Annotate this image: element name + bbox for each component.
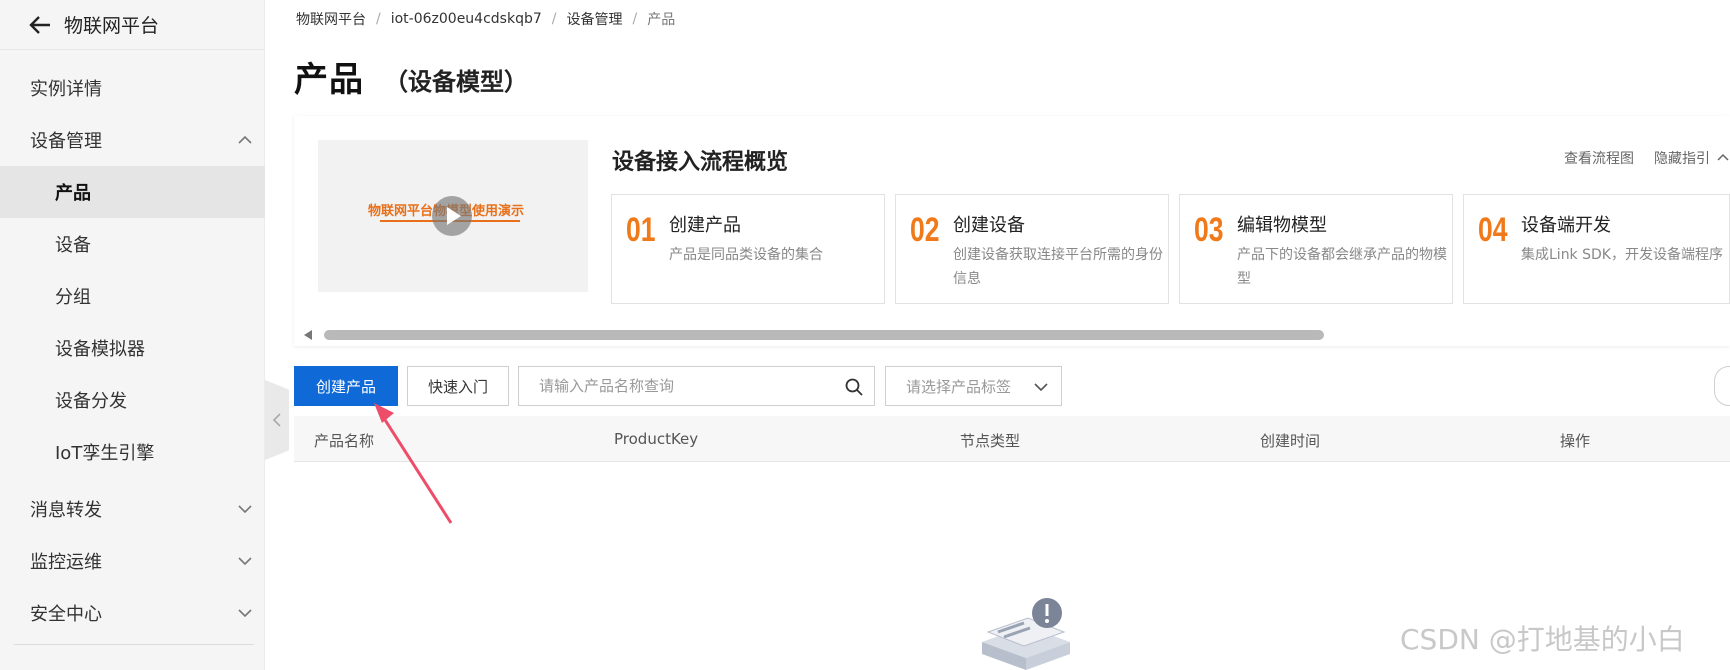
step-title: 编辑物模型 xyxy=(1237,215,1327,236)
chevron-up-icon xyxy=(238,135,252,144)
page-title: 产品 xyxy=(294,60,364,100)
sidebar-collapse-handle[interactable] xyxy=(265,380,289,460)
annotation-arrow-icon xyxy=(374,403,453,524)
search-icon[interactable] xyxy=(844,377,864,397)
step-number: 03 xyxy=(1194,211,1224,249)
sidebar-item-label: 设备模拟器 xyxy=(55,339,145,360)
step-description: 集成Link SDK，开发设备端程序 xyxy=(1521,247,1723,263)
column-header-actions: 操作 xyxy=(1560,432,1591,450)
product-tag-placeholder: 请选择产品标签 xyxy=(906,377,1012,396)
view-flowchart-link[interactable]: 查看流程图 xyxy=(1564,148,1634,168)
access-guide-panel: 物联网平台物模型使用演示 设备接入流程概览 查看流程图 隐藏指引 01 创建产品… xyxy=(294,116,1730,346)
step-title: 设备端开发 xyxy=(1521,215,1611,236)
chevron-up-icon[interactable] xyxy=(1716,151,1730,165)
hide-guide-link[interactable]: 隐藏指引 xyxy=(1654,148,1710,168)
breadcrumb-item-current: 产品 xyxy=(647,12,676,28)
chevron-down-icon xyxy=(1034,383,1048,392)
sidebar-item-label: 设备管理 xyxy=(30,131,102,152)
guide-title: 设备接入流程概览 xyxy=(612,150,789,175)
sidebar-item-products[interactable]: 产品 xyxy=(0,166,265,218)
sidebar-item-monitoring-ops[interactable]: 监控运维 xyxy=(0,535,265,587)
empty-data-icon xyxy=(982,598,1070,670)
breadcrumb-separator: / xyxy=(632,11,638,27)
scroll-left-icon[interactable] xyxy=(304,330,312,340)
product-tag-select[interactable]: 请选择产品标签 xyxy=(885,366,1062,406)
product-table-header: 产品名称 ProductKey 节点类型 创建时间 操作 xyxy=(294,416,1730,462)
column-header-product-key: ProductKey xyxy=(614,430,699,448)
sidebar-item-label: 产品 xyxy=(55,183,91,204)
breadcrumb-item-platform[interactable]: 物联网平台 xyxy=(296,9,366,29)
breadcrumb-separator: / xyxy=(551,11,557,27)
sidebar-item-label: 安全中心 xyxy=(30,604,102,625)
sidebar-item-device-simulator[interactable]: 设备模拟器 xyxy=(0,322,265,374)
product-search-box xyxy=(518,366,875,406)
play-icon[interactable] xyxy=(432,196,472,236)
sidebar: 物联网平台 实例详情 设备管理 产品 设备 分组 设备模拟器 设备分发 IoT孪… xyxy=(0,0,265,670)
sidebar-item-label: 设备分发 xyxy=(55,391,127,412)
step-description: 产品是同品类设备的集合 xyxy=(669,247,823,263)
sidebar-header[interactable]: 物联网平台 xyxy=(0,0,265,50)
sidebar-item-device-distribution[interactable]: 设备分发 xyxy=(0,374,265,426)
sidebar-item-instance-details[interactable]: 实例详情 xyxy=(0,62,265,114)
sidebar-item-groups[interactable]: 分组 xyxy=(0,270,265,322)
step-title: 创建产品 xyxy=(669,215,741,236)
step-number: 01 xyxy=(626,211,656,249)
refresh-button[interactable] xyxy=(1714,366,1730,406)
demo-video[interactable]: 物联网平台物模型使用演示 xyxy=(318,140,588,292)
step-description: 产品下的设备都会继承产品的物模型 xyxy=(1237,247,1447,287)
sidebar-divider xyxy=(14,644,254,645)
step-card-create-device[interactable]: 02 创建设备 创建设备获取连接平台所需的身份信息 xyxy=(895,194,1169,304)
step-card-edit-thing-model[interactable]: 03 编辑物模型 产品下的设备都会继承产品的物模型 xyxy=(1179,194,1453,304)
back-arrow-icon[interactable] xyxy=(28,15,52,35)
column-header-product-name: 产品名称 xyxy=(314,432,375,450)
column-header-node-type: 节点类型 xyxy=(960,432,1021,450)
sidebar-item-security-center[interactable]: 安全中心 xyxy=(0,587,265,639)
sidebar-item-label: 消息转发 xyxy=(30,500,102,521)
step-card-device-development[interactable]: 04 设备端开发 集成Link SDK，开发设备端程序 xyxy=(1463,194,1730,304)
scrollbar-thumb[interactable] xyxy=(324,330,1324,340)
sidebar-item-message-forwarding[interactable]: 消息转发 xyxy=(0,483,265,535)
sidebar-item-label: 监控运维 xyxy=(30,552,102,573)
sidebar-item-devices[interactable]: 设备 xyxy=(0,218,265,270)
breadcrumb-separator: / xyxy=(376,11,381,27)
step-card-create-product[interactable]: 01 创建产品 产品是同品类设备的集合 xyxy=(611,194,885,304)
breadcrumb-item-instance[interactable]: iot-06z00eu4cdskqb7 xyxy=(391,11,542,27)
page-subtitle: （设备模型） xyxy=(384,68,528,96)
step-description: 创建设备获取连接平台所需的身份信息 xyxy=(953,247,1163,287)
product-search-input[interactable] xyxy=(519,367,819,405)
sidebar-item-label: 分组 xyxy=(55,287,91,308)
chevron-down-icon xyxy=(238,557,252,566)
watermark: CSDN @打地基的小白 xyxy=(1400,623,1685,656)
guide-links: 查看流程图 隐藏指引 xyxy=(1544,148,1730,168)
chevron-down-icon xyxy=(238,609,252,618)
sidebar-item-iot-twin-engine[interactable]: IoT孪生引擎 xyxy=(0,426,265,478)
horizontal-scrollbar[interactable] xyxy=(304,329,1730,341)
step-number: 04 xyxy=(1478,211,1508,249)
sidebar-item-label: IoT孪生引擎 xyxy=(55,443,155,464)
step-number: 02 xyxy=(910,211,940,249)
step-title: 创建设备 xyxy=(953,215,1025,236)
sidebar-item-device-management[interactable]: 设备管理 xyxy=(0,114,265,166)
sidebar-item-label: 设备 xyxy=(55,235,91,256)
sidebar-title: 物联网平台 xyxy=(64,15,160,37)
chevron-left-icon xyxy=(272,413,281,427)
sidebar-item-label: 实例详情 xyxy=(30,79,102,100)
breadcrumb-item-device-management[interactable]: 设备管理 xyxy=(566,9,622,29)
chevron-down-icon xyxy=(238,505,252,514)
column-header-created-time: 创建时间 xyxy=(1260,432,1321,450)
breadcrumb: 物联网平台 / iot-06z00eu4cdskqb7 / 设备管理 / 产品 xyxy=(296,8,675,30)
